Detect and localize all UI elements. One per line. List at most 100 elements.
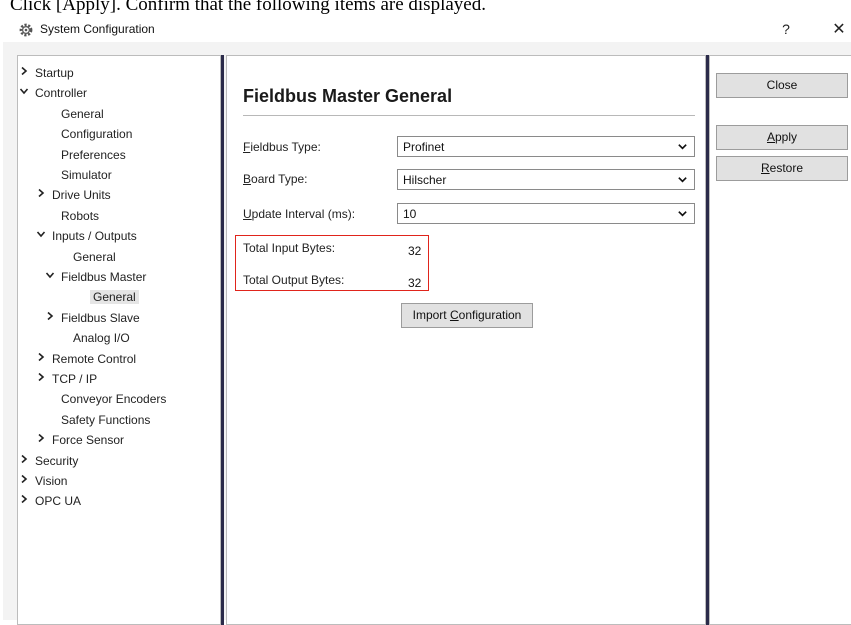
chevron-down-icon[interactable] xyxy=(35,228,47,244)
tree-item[interactable]: Configuration xyxy=(61,126,132,142)
chevron-right-icon[interactable] xyxy=(35,432,47,448)
tree-item-label: General xyxy=(90,290,139,305)
page-title: Fieldbus Master General xyxy=(243,86,453,106)
tree-item-label: Robots xyxy=(61,208,100,223)
apply-button[interactable]: Apply xyxy=(716,125,848,150)
tree-item-label: Vision xyxy=(35,474,68,488)
import-configuration-label-rest: onfiguration xyxy=(458,308,522,322)
tree-item-label: Safety Functions xyxy=(61,412,151,427)
dialog-client-area: Startup Controller General Configuration Pre… xyxy=(3,42,851,625)
tree-item[interactable]: Vision xyxy=(21,473,68,489)
chevron-right-icon[interactable] xyxy=(18,65,30,81)
total-input-bytes-value: 32 xyxy=(408,244,422,258)
tree-item-label: Fieldbus Slave xyxy=(61,310,140,325)
chevron-down-icon xyxy=(678,177,687,183)
board-type-select[interactable]: Hilscher xyxy=(397,169,695,190)
tree-item[interactable]: Inputs / Outputs xyxy=(36,228,137,244)
tree-item[interactable]: Conveyor Encoders xyxy=(61,391,166,407)
apply-label-mnemonic: A xyxy=(766,130,775,144)
board-type-label-mnemonic: B xyxy=(243,172,252,186)
chevron-right-icon[interactable] xyxy=(35,187,47,203)
tree-item[interactable]: Safety Functions xyxy=(61,412,150,428)
tree-item[interactable]: Preferences xyxy=(61,147,126,163)
fieldbus-type-select[interactable]: Profinet xyxy=(397,136,695,157)
tree-item-label: Fieldbus Master xyxy=(61,270,147,284)
chevron-right-icon[interactable] xyxy=(44,310,56,326)
chevron-right-icon[interactable] xyxy=(18,453,30,469)
tree-item[interactable]: Remote Control xyxy=(38,351,137,367)
tree-item[interactable]: Simulator xyxy=(61,167,112,183)
tree-item[interactable]: General xyxy=(61,106,104,122)
update-interval-label: Update Interval (ms): xyxy=(243,207,355,221)
help-button[interactable]: ? xyxy=(776,21,796,37)
tree-item[interactable]: Force Sensor xyxy=(38,432,124,448)
tree-item[interactable]: Drive Units xyxy=(38,187,111,203)
tree-item[interactable]: Security xyxy=(21,453,79,469)
tree-item-label: Analog I/O xyxy=(73,331,130,346)
restore-button[interactable]: Restore xyxy=(716,156,848,181)
chevron-right-icon[interactable] xyxy=(35,371,47,387)
tree-item[interactable]: General xyxy=(73,249,116,265)
tree-item[interactable]: Startup xyxy=(21,65,74,81)
settings-panel: Fieldbus Master General Fieldbus Type: P… xyxy=(226,55,706,625)
chevron-right-icon[interactable] xyxy=(18,473,30,489)
tree-item-label: OPC UA xyxy=(35,494,82,509)
tree-item-label: Drive Units xyxy=(52,188,111,203)
import-configuration-button[interactable]: Import Configuration xyxy=(401,303,533,328)
restore-label-mnemonic: R xyxy=(760,161,770,175)
window-close-button[interactable]: ✕ xyxy=(829,19,849,39)
fieldbus-type-value: Profinet xyxy=(403,140,445,154)
tree-item[interactable]: TCP / IP xyxy=(38,371,98,387)
import-configuration-label-pre: Import xyxy=(412,308,450,322)
total-output-bytes-value: 32 xyxy=(408,276,422,290)
chevron-down-icon xyxy=(678,211,687,217)
tree-item-label: Preferences xyxy=(61,147,126,162)
tree-item-label: Remote Control xyxy=(52,351,137,366)
tree-item-label: Security xyxy=(35,453,79,468)
splitter-left[interactable] xyxy=(221,55,224,625)
apply-label-rest: pply xyxy=(775,130,798,144)
tree-item-label: Conveyor Encoders xyxy=(61,392,167,407)
board-type-label-text: oard Type: xyxy=(251,172,308,186)
title-divider xyxy=(243,115,695,116)
chevron-down-icon[interactable] xyxy=(18,85,30,101)
close-button[interactable]: Close xyxy=(716,73,848,98)
tree-item-label: Configuration xyxy=(61,127,133,142)
fieldbus-type-label-text: ieldbus Type: xyxy=(250,140,321,154)
tree-item-label: Controller xyxy=(35,86,88,101)
tree-item-label: Startup xyxy=(35,66,74,80)
tree-item[interactable]: Robots xyxy=(61,208,99,224)
total-output-bytes-label: Total Output Bytes: xyxy=(243,273,345,287)
update-interval-select[interactable]: 10 xyxy=(397,203,695,224)
button-panel: Close Apply Restore xyxy=(709,55,851,625)
chevron-right-icon[interactable] xyxy=(18,493,30,509)
board-type-label: Board Type: xyxy=(243,172,308,186)
title-bar: System Configuration ? ✕ xyxy=(0,18,851,42)
instruction-text: Click [Apply]. Confirm that the followin… xyxy=(10,0,486,15)
restore-label-rest: estore xyxy=(769,161,804,175)
chevron-down-icon xyxy=(678,144,687,150)
tree-item-label: TCP / IP xyxy=(52,372,98,386)
import-configuration-label-mnemonic: C xyxy=(449,308,459,322)
tree-item[interactable]: Fieldbus Master xyxy=(45,269,147,285)
fieldbus-type-label: Fieldbus Type: xyxy=(243,140,321,154)
board-type-value: Hilscher xyxy=(403,173,447,187)
update-interval-label-text: pdate Interval (ms): xyxy=(251,207,356,221)
tree-item[interactable]: OPC UA xyxy=(21,493,82,509)
tree-item[interactable]: Controller xyxy=(19,85,88,101)
tree-item-label: Inputs / Outputs xyxy=(52,229,137,244)
tree-item-label: Simulator xyxy=(61,168,112,182)
update-interval-label-mnemonic: U xyxy=(243,207,252,221)
update-interval-value: 10 xyxy=(403,207,417,221)
gear-icon xyxy=(19,23,33,37)
tree-item-label: General xyxy=(61,106,104,121)
chevron-down-icon[interactable] xyxy=(44,269,56,285)
navigation-tree[interactable]: Startup Controller General Configuration Pre… xyxy=(17,55,221,625)
tree-item[interactable]: Fieldbus Slave xyxy=(47,310,140,326)
tree-item[interactable]: General xyxy=(90,289,139,305)
window-title: System Configuration xyxy=(40,22,155,36)
chevron-right-icon[interactable] xyxy=(35,351,47,367)
total-input-bytes-label: Total Input Bytes: xyxy=(243,241,336,255)
tree-item[interactable]: Analog I/O xyxy=(73,330,130,346)
tree-item-label: General xyxy=(73,249,116,264)
